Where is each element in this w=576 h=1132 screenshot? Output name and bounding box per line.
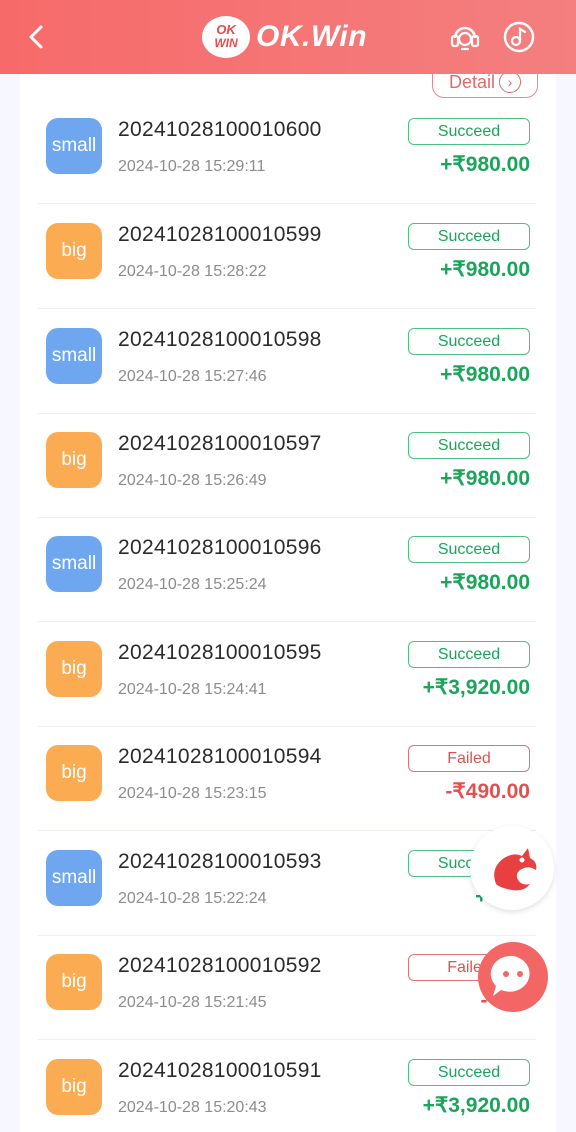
amount: +₹3,920.00 [422,1094,530,1117]
order-number: 20241028100010600 [118,118,322,141]
row-divider [38,203,536,204]
app-header: OK WIN OK.Win [0,0,576,74]
order-time: 2024-10-28 15:20:43 [118,1099,267,1116]
headset-support-icon[interactable] [448,20,482,54]
chat-float-button[interactable] [478,942,548,1012]
row-divider [38,308,536,309]
record-row[interactable]: big 20241028100010592 2024-10-28 15:21:45 F… [38,936,536,1040]
status-badge: Succeed [408,1059,530,1086]
order-number: 20241028100010593 [118,850,322,873]
row-divider [38,1039,536,1040]
order-number: 20241028100010596 [118,536,322,559]
order-time: 2024-10-28 15:23:15 [118,785,267,802]
bet-type-badge: small [46,328,102,384]
row-divider [38,621,536,622]
order-time: 2024-10-28 15:24:41 [118,681,267,698]
status-badge: Succeed [408,536,530,563]
order-number: 20241028100010597 [118,432,322,455]
dragon-icon [494,848,537,891]
order-number: 20241028100010592 [118,954,322,977]
bet-type-badge: small [46,536,102,592]
order-time: 2024-10-28 15:29:11 [118,158,266,175]
record-row[interactable]: small 20241028100010593 2024-10-28 15:22:2… [38,832,536,936]
record-row[interactable]: big 20241028100010599 2024-10-28 15:28:22 S… [38,205,536,309]
bet-type-badge: big [46,223,102,279]
order-time: 2024-10-28 15:25:24 [118,576,267,593]
app-logo: OK WIN OK.Win [200,14,367,60]
back-arrow-icon[interactable] [22,22,52,52]
amount: +₹980.00 [440,153,530,176]
bet-type-badge: big [46,954,102,1010]
status-badge: Succeed [408,223,530,250]
status-badge: Succeed [408,641,530,668]
order-number: 20241028100010591 [118,1059,322,1082]
detail-button-label: Detail [448,72,496,92]
record-row[interactable]: big 20241028100010595 2024-10-28 15:24:41 S… [38,623,536,727]
order-time: 2024-10-28 15:27:46 [118,368,267,385]
bet-type-badge: big [46,745,102,801]
order-time: 2024-10-28 15:22:24 [118,890,267,907]
record-row[interactable]: big 20241028100010591 2024-10-28 15:20:43 S… [38,1041,536,1132]
status-badge: Succeed [408,118,530,145]
order-time: 2024-10-28 15:21:45 [118,994,267,1011]
amount: -₹490.00 [445,780,530,803]
amount: +₹980.00 [440,571,530,594]
chat-bubble-icon [490,955,530,996]
amount: +₹3,920.00 [422,676,530,699]
logo-text: OK.Win [256,20,368,53]
order-number: 20241028100010594 [118,745,322,768]
status-badge: Failed [408,745,530,772]
row-divider [38,830,536,831]
amount: +₹980.00 [440,258,530,281]
order-time: 2024-10-28 15:26:49 [118,472,267,489]
music-note-icon[interactable] [502,20,536,54]
dragon-float-button[interactable] [470,826,554,910]
order-number: 20241028100010599 [118,223,322,246]
status-badge: Succeed [408,328,530,355]
record-row[interactable]: big 20241028100010594 2024-10-28 15:23:15 F… [38,727,536,831]
okwin-logo-icon: OK WIN [202,16,250,58]
order-number: 20241028100010598 [118,328,322,351]
status-badge: Succeed [408,432,530,459]
order-time: 2024-10-28 15:28:22 [118,263,267,280]
record-row[interactable]: big 20241028100010597 2024-10-28 15:26:49 S… [38,414,536,518]
bet-type-badge: small [46,118,102,174]
record-row[interactable]: small 20241028100010598 2024-10-28 15:27:4… [38,310,536,414]
record-row[interactable]: small 20241028100010596 2024-10-28 15:25:2… [38,518,536,622]
amount: +₹980.00 [440,467,530,490]
chevron-right-icon: › [499,71,522,93]
bet-type-badge: big [46,432,102,488]
order-number: 20241028100010595 [118,641,322,664]
bet-type-badge: big [46,641,102,697]
amount: +₹980.00 [440,363,530,386]
svg-text:WIN: WIN [214,36,238,50]
bet-type-badge: big [46,1059,102,1115]
record-row[interactable]: small 20241028100010600 2024-10-28 15:29:1… [38,100,536,204]
svg-text:OK: OK [216,22,237,37]
bet-type-badge: small [46,850,102,906]
